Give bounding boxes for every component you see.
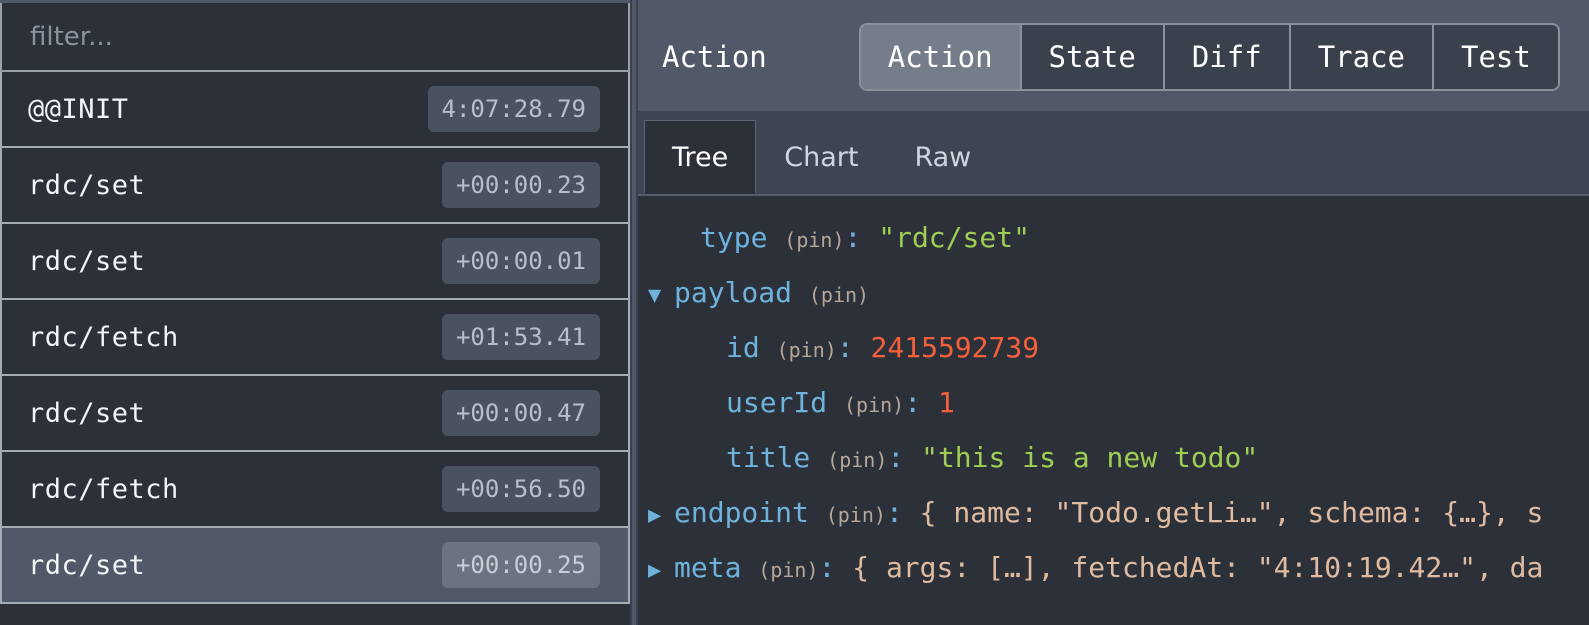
inspector-tabbar: Action Action State Diff Trace Test [638,3,1589,111]
pin-label[interactable]: (pin) [826,503,886,527]
action-row[interactable]: rdc/fetch +00:56.50 [0,452,630,528]
tree-row[interactable]: id (pin): 2415592739 [648,320,1589,375]
tree-value: "this is a new todo" [921,441,1259,474]
tab-test[interactable]: Test [1434,25,1558,89]
tree-key: title [726,441,811,474]
tree-key: endpoint [674,496,809,529]
tree-value: 2415592739 [870,331,1040,364]
action-row[interactable]: rdc/set +00:00.25 [0,528,630,604]
tree-colon: : [818,551,836,584]
tree-row[interactable]: type (pin): "rdc/set" [648,210,1589,265]
tree-colon: : [844,221,862,254]
inspector-tab-group: Action State Diff Trace Test [858,23,1560,91]
tab-state[interactable]: State [1021,25,1165,89]
action-row-timestamp: +00:00.01 [441,238,600,284]
tree-value: { args: […], fetchedAt: "4:10:19.42…", d… [852,551,1544,584]
pin-label[interactable]: (pin) [809,283,869,307]
subtab-chart[interactable]: Chart [756,120,886,194]
action-list[interactable]: @@INIT 4:07:28.79 rdc/set +00:00.23 rdc/set +… [0,72,630,625]
tree-key: meta [674,551,742,584]
action-row-name: @@INIT [28,93,129,125]
tab-diff[interactable]: Diff [1164,25,1291,89]
pin-label[interactable]: (pin) [777,338,837,362]
inspector-title: Action [662,40,767,74]
filter-row [0,3,630,72]
action-row-name: rdc/fetch [28,473,179,505]
action-row-timestamp: +00:00.47 [441,390,600,436]
tree-row[interactable]: ▶ meta (pin): { args: […], fetchedAt: "4:… [648,540,1589,595]
tree-colon: : [887,441,905,474]
redux-devtools-window: @@INIT 4:07:28.79 rdc/set +00:00.23 rdc/set +… [0,0,1589,625]
action-row-timestamp: +00:56.50 [441,466,600,512]
action-row-name: rdc/set [28,169,146,201]
action-row-timestamp: +00:00.25 [441,542,600,588]
tab-trace[interactable]: Trace [1290,25,1434,89]
action-row-name: rdc/set [28,245,146,277]
tree-key: id [726,331,760,364]
action-row[interactable]: rdc/set +00:00.47 [0,376,630,452]
tree-colon: : [904,386,922,419]
tree-value: { name: "Todo.getLi…", schema: {…}, s [919,496,1544,529]
subtab-tree[interactable]: Tree [644,120,757,194]
tree-key: payload [674,276,793,309]
action-row[interactable]: rdc/set +00:00.23 [0,148,630,224]
pin-label[interactable]: (pin) [784,228,844,252]
action-list-panel: @@INIT 4:07:28.79 rdc/set +00:00.23 rdc/set +… [0,0,630,625]
action-tree[interactable]: type (pin): "rdc/set" ▼ payload (pin) id (p… [638,196,1589,625]
inspector-subtabbar: Tree Chart Raw [638,111,1589,196]
action-row-timestamp: +01:53.41 [441,314,600,360]
tree-key: userId [726,386,828,419]
action-row-timestamp: 4:07:28.79 [427,86,600,132]
action-row[interactable]: @@INIT 4:07:28.79 [0,72,630,148]
action-row[interactable]: rdc/fetch +01:53.41 [0,300,630,376]
pin-label[interactable]: (pin) [844,393,904,417]
inspector-panel: Action Action State Diff Trace Test Tree Char… [638,0,1589,625]
chevron-right-icon[interactable]: ▶ [648,488,674,543]
tree-row[interactable]: title (pin): "this is a new todo" [648,430,1589,485]
chevron-down-icon[interactable]: ▼ [648,268,674,323]
tree-row[interactable]: ▼ payload (pin) [648,265,1589,320]
pin-label[interactable]: (pin) [758,558,818,582]
tree-colon: : [885,496,903,529]
action-row-name: rdc/set [28,397,146,429]
action-row[interactable]: rdc/set +00:00.01 [0,224,630,300]
action-row-name: rdc/fetch [28,321,179,353]
tree-colon: : [836,331,854,364]
action-row-name: rdc/set [28,549,146,581]
tab-action[interactable]: Action [860,25,1022,89]
tree-value: 1 [937,386,955,419]
tree-value: "rdc/set" [878,221,1030,254]
tree-row[interactable]: ▶ endpoint (pin): { name: "Todo.getLi…", … [648,485,1589,540]
pin-label[interactable]: (pin) [827,448,887,472]
tree-key: type [700,221,768,254]
panel-splitter[interactable] [630,0,638,625]
tree-row[interactable]: userId (pin): 1 [648,375,1589,430]
action-row-timestamp: +00:00.23 [441,162,600,208]
subtab-raw[interactable]: Raw [886,120,999,194]
chevron-right-icon[interactable]: ▶ [648,543,674,598]
filter-input[interactable] [2,21,628,52]
